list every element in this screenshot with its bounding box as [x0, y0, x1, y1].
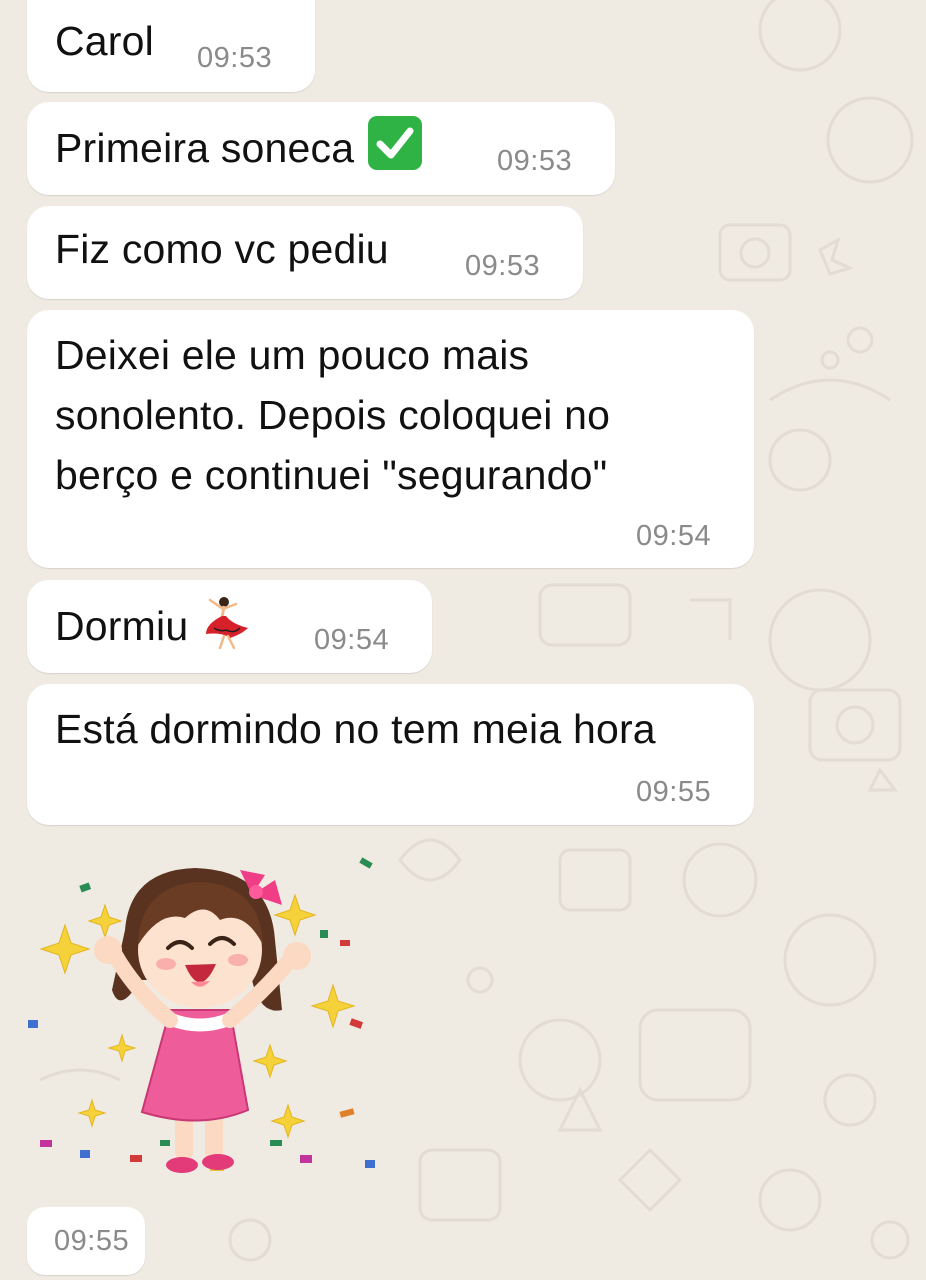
message-timestamp: 09:54: [314, 624, 390, 656]
chat-area: Carol 09:53 Primeira soneca 09:53 Fiz co…: [0, 0, 926, 1280]
sticker-timestamp-badge: 09:55: [27, 1207, 145, 1275]
message-bubble[interactable]: Está dormindo no tem meia hora 09:55: [27, 684, 754, 825]
message-text: Dormiu: [55, 594, 252, 665]
message-timestamp: 09:53: [197, 42, 273, 74]
message-timestamp: 09:54: [636, 520, 712, 552]
message-text: Fiz como vc pediu: [55, 226, 389, 272]
message-text-content: Primeira soneca: [55, 125, 355, 171]
message-timestamp: 09:53: [497, 145, 573, 177]
message-text-line: sonolento. Depois coloquei no: [55, 392, 611, 438]
celebrating-girl-sticker[interactable]: [20, 840, 390, 1190]
message-bubble[interactable]: Carol 09:53: [27, 0, 315, 92]
message-text: Primeira soneca: [55, 116, 423, 177]
message-bubble[interactable]: Deixei ele um pouco mais sonolento. Depo…: [27, 310, 754, 568]
message-text: Está dormindo no tem meia hora: [55, 706, 656, 752]
message-text-line: berço e continuei "segurando": [55, 452, 608, 498]
message-bubble[interactable]: Primeira soneca 09:53: [27, 102, 615, 195]
dancer-icon: [202, 594, 252, 665]
message-bubble[interactable]: Dormiu 09:54: [27, 580, 432, 673]
message-text-content: Dormiu: [55, 603, 189, 649]
message-timestamp: 09:55: [54, 1225, 130, 1257]
message-timestamp: 09:55: [636, 776, 712, 808]
message-bubble[interactable]: Fiz como vc pediu 09:53: [27, 206, 583, 299]
message-text-line: Deixei ele um pouco mais: [55, 332, 530, 378]
message-text: Carol: [55, 18, 154, 64]
message-timestamp: 09:53: [465, 250, 541, 282]
white-check-mark-icon: [368, 116, 423, 170]
